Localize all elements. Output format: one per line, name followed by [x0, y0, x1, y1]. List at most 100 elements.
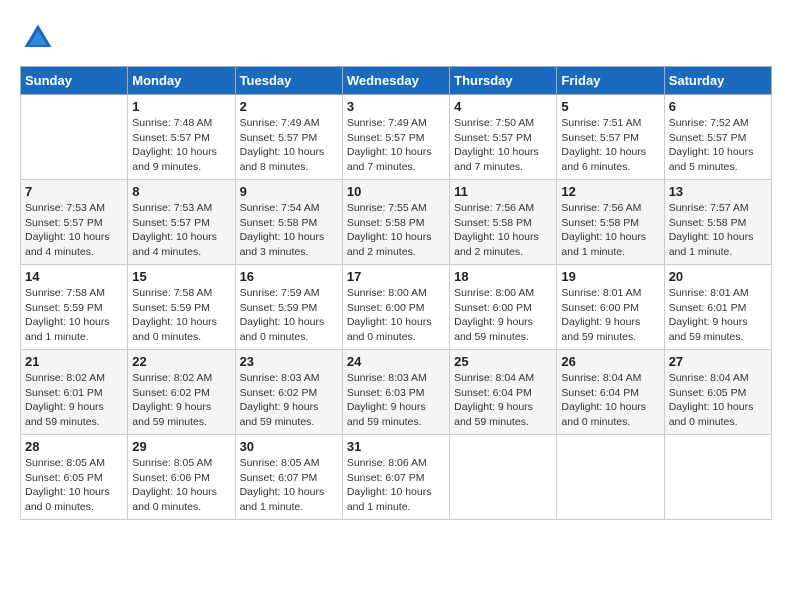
calendar-cell: 27 Sunrise: 8:04 AM Sunset: 6:05 PM Dayli…: [664, 350, 771, 435]
day-info: Sunrise: 8:02 AM Sunset: 6:01 PM Dayligh…: [25, 371, 123, 430]
day-info: Sunrise: 8:04 AM Sunset: 6:04 PM Dayligh…: [561, 371, 659, 430]
day-info: Sunrise: 7:53 AM Sunset: 5:57 PM Dayligh…: [132, 201, 230, 260]
day-info: Sunrise: 7:56 AM Sunset: 5:58 PM Dayligh…: [454, 201, 552, 260]
calendar-week-row: 21 Sunrise: 8:02 AM Sunset: 6:01 PM Dayli…: [21, 350, 772, 435]
day-number: 15: [132, 269, 230, 284]
day-number: 6: [669, 99, 767, 114]
day-info: Sunrise: 8:01 AM Sunset: 6:01 PM Dayligh…: [669, 286, 767, 345]
weekday-header: Saturday: [664, 67, 771, 95]
calendar-week-row: 28 Sunrise: 8:05 AM Sunset: 6:05 PM Dayli…: [21, 435, 772, 520]
calendar-cell: 13 Sunrise: 7:57 AM Sunset: 5:58 PM Dayli…: [664, 180, 771, 265]
calendar-cell: 15 Sunrise: 7:58 AM Sunset: 5:59 PM Dayli…: [128, 265, 235, 350]
calendar-cell: 22Sunrise: 8:02 AM Sunset: 6:02 PM Dayli…: [128, 350, 235, 435]
calendar-cell: 4 Sunrise: 7:50 AM Sunset: 5:57 PM Daylig…: [450, 95, 557, 180]
day-number: 27: [669, 354, 767, 369]
day-number: 16: [240, 269, 338, 284]
day-info: Sunrise: 7:58 AM Sunset: 5:59 PM Dayligh…: [25, 286, 123, 345]
calendar-cell: 10Sunrise: 7:55 AM Sunset: 5:58 PM Dayli…: [342, 180, 449, 265]
day-number: 13: [669, 184, 767, 199]
calendar-cell: 21 Sunrise: 8:02 AM Sunset: 6:01 PM Dayli…: [21, 350, 128, 435]
day-info: Sunrise: 8:05 AM Sunset: 6:06 PM Dayligh…: [132, 456, 230, 515]
day-number: 14: [25, 269, 123, 284]
calendar-cell: 8 Sunrise: 7:53 AM Sunset: 5:57 PM Daylig…: [128, 180, 235, 265]
day-number: 25: [454, 354, 552, 369]
calendar-cell: 14 Sunrise: 7:58 AM Sunset: 5:59 PM Dayli…: [21, 265, 128, 350]
day-number: 19: [561, 269, 659, 284]
logo-icon: [20, 20, 56, 56]
calendar-cell: [21, 95, 128, 180]
day-number: 24: [347, 354, 445, 369]
day-info: Sunrise: 8:03 AM Sunset: 6:02 PM Dayligh…: [240, 371, 338, 430]
day-info: Sunrise: 8:03 AM Sunset: 6:03 PM Dayligh…: [347, 371, 445, 430]
weekday-header: Sunday: [21, 67, 128, 95]
day-info: Sunrise: 7:55 AM Sunset: 5:58 PM Dayligh…: [347, 201, 445, 260]
weekday-header: Wednesday: [342, 67, 449, 95]
day-number: 5: [561, 99, 659, 114]
calendar-cell: 2Sunrise: 7:49 AM Sunset: 5:57 PM Daylig…: [235, 95, 342, 180]
day-info: Sunrise: 8:00 AM Sunset: 6:00 PM Dayligh…: [347, 286, 445, 345]
day-info: Sunrise: 7:48 AM Sunset: 5:57 PM Dayligh…: [132, 116, 230, 175]
calendar-week-row: 7 Sunrise: 7:53 AM Sunset: 5:57 PM Daylig…: [21, 180, 772, 265]
calendar-cell: 12 Sunrise: 7:56 AM Sunset: 5:58 PM Dayli…: [557, 180, 664, 265]
weekday-header: Thursday: [450, 67, 557, 95]
day-number: 21: [25, 354, 123, 369]
day-number: 4: [454, 99, 552, 114]
calendar-cell: [450, 435, 557, 520]
day-number: 20: [669, 269, 767, 284]
day-number: 26: [561, 354, 659, 369]
calendar-cell: 7 Sunrise: 7:53 AM Sunset: 5:57 PM Daylig…: [21, 180, 128, 265]
calendar-week-row: 14 Sunrise: 7:58 AM Sunset: 5:59 PM Dayli…: [21, 265, 772, 350]
day-info: Sunrise: 8:01 AM Sunset: 6:00 PM Dayligh…: [561, 286, 659, 345]
day-number: 9: [240, 184, 338, 199]
calendar-cell: 28 Sunrise: 8:05 AM Sunset: 6:05 PM Dayli…: [21, 435, 128, 520]
day-info: Sunrise: 8:05 AM Sunset: 6:05 PM Dayligh…: [25, 456, 123, 515]
day-info: Sunrise: 8:05 AM Sunset: 6:07 PM Dayligh…: [240, 456, 338, 515]
day-number: 28: [25, 439, 123, 454]
day-info: Sunrise: 7:49 AM Sunset: 5:57 PM Dayligh…: [347, 116, 445, 175]
day-info: Sunrise: 7:53 AM Sunset: 5:57 PM Dayligh…: [25, 201, 123, 260]
day-info: Sunrise: 7:56 AM Sunset: 5:58 PM Dayligh…: [561, 201, 659, 260]
weekday-header: Tuesday: [235, 67, 342, 95]
weekday-header: Friday: [557, 67, 664, 95]
calendar-cell: 20 Sunrise: 8:01 AM Sunset: 6:01 PM Dayli…: [664, 265, 771, 350]
day-info: Sunrise: 7:59 AM Sunset: 5:59 PM Dayligh…: [240, 286, 338, 345]
day-info: Sunrise: 8:04 AM Sunset: 6:05 PM Dayligh…: [669, 371, 767, 430]
calendar-cell: 9 Sunrise: 7:54 AM Sunset: 5:58 PM Daylig…: [235, 180, 342, 265]
day-info: Sunrise: 8:00 AM Sunset: 6:00 PM Dayligh…: [454, 286, 552, 345]
calendar-cell: [557, 435, 664, 520]
day-number: 8: [132, 184, 230, 199]
day-number: 7: [25, 184, 123, 199]
calendar-cell: 17 Sunrise: 8:00 AM Sunset: 6:00 PM Dayli…: [342, 265, 449, 350]
calendar-cell: 16 Sunrise: 7:59 AM Sunset: 5:59 PM Dayli…: [235, 265, 342, 350]
day-number: 22: [132, 354, 230, 369]
day-number: 30: [240, 439, 338, 454]
page-header: [20, 20, 772, 56]
calendar-cell: 5Sunrise: 7:51 AM Sunset: 5:57 PM Daylig…: [557, 95, 664, 180]
calendar-cell: 11 Sunrise: 7:56 AM Sunset: 5:58 PM Dayli…: [450, 180, 557, 265]
day-number: 3: [347, 99, 445, 114]
calendar-cell: 18Sunrise: 8:00 AM Sunset: 6:00 PM Dayli…: [450, 265, 557, 350]
calendar-cell: 25 Sunrise: 8:04 AM Sunset: 6:04 PM Dayli…: [450, 350, 557, 435]
calendar-cell: 6Sunrise: 7:52 AM Sunset: 5:57 PM Daylig…: [664, 95, 771, 180]
calendar-cell: 30 Sunrise: 8:05 AM Sunset: 6:07 PM Dayli…: [235, 435, 342, 520]
day-number: 11: [454, 184, 552, 199]
calendar-cell: 3 Sunrise: 7:49 AM Sunset: 5:57 PM Daylig…: [342, 95, 449, 180]
day-info: Sunrise: 7:50 AM Sunset: 5:57 PM Dayligh…: [454, 116, 552, 175]
day-number: 12: [561, 184, 659, 199]
calendar-cell: 31Sunrise: 8:06 AM Sunset: 6:07 PM Dayli…: [342, 435, 449, 520]
calendar-cell: 29 Sunrise: 8:05 AM Sunset: 6:06 PM Dayli…: [128, 435, 235, 520]
day-number: 29: [132, 439, 230, 454]
day-number: 17: [347, 269, 445, 284]
day-info: Sunrise: 7:58 AM Sunset: 5:59 PM Dayligh…: [132, 286, 230, 345]
day-info: Sunrise: 7:54 AM Sunset: 5:58 PM Dayligh…: [240, 201, 338, 260]
calendar-cell: 26 Sunrise: 8:04 AM Sunset: 6:04 PM Dayli…: [557, 350, 664, 435]
calendar-cell: 1 Sunrise: 7:48 AM Sunset: 5:57 PM Daylig…: [128, 95, 235, 180]
weekday-header: Monday: [128, 67, 235, 95]
day-number: 2: [240, 99, 338, 114]
day-info: Sunrise: 8:04 AM Sunset: 6:04 PM Dayligh…: [454, 371, 552, 430]
calendar-cell: 23Sunrise: 8:03 AM Sunset: 6:02 PM Dayli…: [235, 350, 342, 435]
day-info: Sunrise: 7:57 AM Sunset: 5:58 PM Dayligh…: [669, 201, 767, 260]
day-number: 1: [132, 99, 230, 114]
calendar-week-row: 1 Sunrise: 7:48 AM Sunset: 5:57 PM Daylig…: [21, 95, 772, 180]
logo: [20, 20, 60, 56]
